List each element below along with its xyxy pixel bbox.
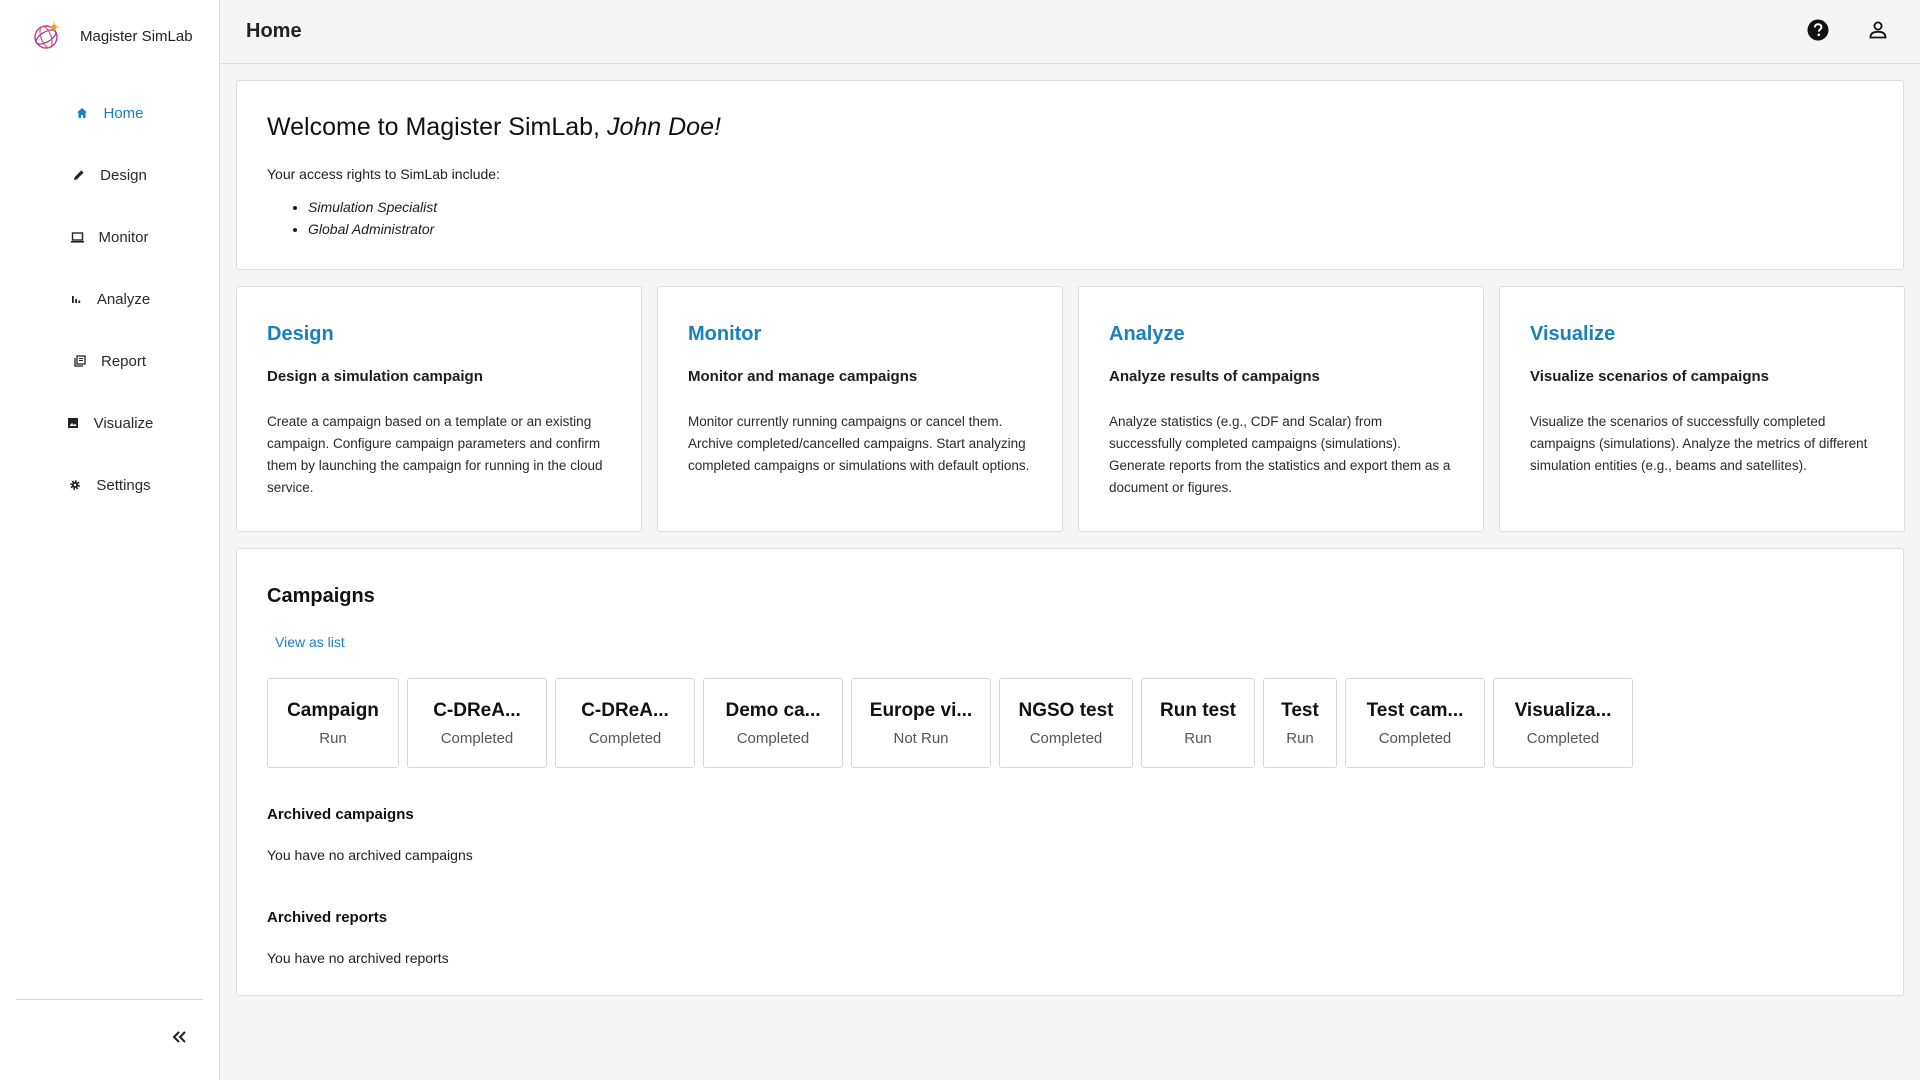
feature-visualize-link[interactable]: Visualize — [1530, 323, 1615, 346]
sidebar-nav: Home Design Monitor Analyze Report Visua… — [0, 82, 219, 516]
sidebar-item-label: Visualize — [93, 414, 154, 432]
monitor-icon — [70, 230, 84, 244]
feature-subtitle: Design a simulation campaign — [267, 368, 483, 385]
user-name: John Doe! — [606, 113, 721, 141]
campaign-tile[interactable]: Test Run — [1263, 678, 1337, 768]
campaign-name: Test — [1281, 699, 1319, 721]
image-icon — [66, 416, 80, 430]
feature-description: Monitor currently running campaigns or c… — [688, 414, 1030, 473]
campaign-status: Completed — [1029, 729, 1103, 747]
account-icon — [1868, 20, 1888, 45]
sidebar-item-label: Monitor — [98, 228, 149, 246]
feature-monitor-link[interactable]: Monitor — [688, 323, 761, 346]
campaign-tiles: Campaign Run C-DReA... Completed C-DReA.… — [267, 678, 1873, 768]
campaign-name: Demo ca... — [725, 699, 821, 721]
sidebar-item-report[interactable]: Report — [0, 330, 219, 392]
campaign-name: Visualiza... — [1514, 699, 1612, 721]
archived-campaigns-title: Archived campaigns — [267, 806, 414, 823]
feature-description: Visualize the scenarios of successfully … — [1530, 414, 1868, 473]
feature-subtitle: Monitor and manage campaigns — [688, 368, 918, 385]
sidebar-item-label: Analyze — [96, 290, 151, 308]
bar-chart-icon — [69, 292, 83, 306]
home-icon — [75, 106, 89, 120]
brand[interactable]: Magister SimLab — [0, 0, 219, 72]
sidebar-item-design[interactable]: Design — [0, 144, 219, 206]
sidebar-item-label: Report — [100, 352, 147, 370]
campaign-tile[interactable]: Demo ca... Completed — [703, 678, 843, 768]
campaign-tile[interactable]: Europe vi... Not Run — [851, 678, 991, 768]
campaign-status: Completed — [736, 729, 810, 747]
page-title: Home — [246, 20, 302, 42]
collapse-sidebar-button[interactable] — [166, 1026, 192, 1052]
campaign-status: Completed — [588, 729, 662, 747]
campaign-status: Run — [319, 729, 347, 747]
campaign-name: Run test — [1160, 699, 1236, 721]
campaign-status: Run — [1286, 729, 1314, 747]
sidebar-divider — [16, 999, 203, 1000]
feature-card-monitor: Monitor Monitor and manage campaigns Mon… — [657, 286, 1063, 532]
sidebar: Magister SimLab Home Design Monitor Anal… — [0, 0, 220, 1080]
feature-card-design: Design Design a simulation campaign Crea… — [236, 286, 642, 532]
help-icon — [1807, 19, 1829, 46]
feature-description: Create a campaign based on a template or… — [267, 414, 603, 495]
campaign-tile[interactable]: C-DReA... Completed — [555, 678, 695, 768]
campaign-status: Completed — [1526, 729, 1600, 747]
help-button[interactable] — [1804, 18, 1832, 46]
top-bar: Home — [220, 0, 1920, 64]
sidebar-item-label: Home — [103, 104, 144, 122]
campaign-name: Campaign — [287, 699, 379, 721]
feature-subtitle: Visualize scenarios of campaigns — [1530, 368, 1769, 385]
report-icon — [73, 354, 87, 368]
pencil-icon — [72, 168, 86, 182]
campaigns-card: Campaigns View as list Campaign Run C-DR… — [236, 548, 1904, 996]
feature-analyze-link[interactable]: Analyze — [1109, 323, 1185, 346]
sidebar-item-home[interactable]: Home — [0, 82, 219, 144]
role-item: Simulation Specialist — [308, 196, 1873, 218]
archived-campaigns-text: You have no archived campaigns — [267, 847, 473, 863]
gear-icon — [68, 478, 82, 492]
role-item: Global Administrator — [308, 218, 1873, 240]
sidebar-item-visualize[interactable]: Visualize — [0, 392, 219, 454]
campaign-status: Run — [1184, 729, 1212, 747]
campaigns-title: Campaigns — [267, 585, 375, 607]
campaign-status: Not Run — [893, 729, 949, 747]
feature-subtitle: Analyze results of campaigns — [1109, 368, 1320, 385]
campaign-tile[interactable]: NGSO test Completed — [999, 678, 1133, 768]
campaign-status: Completed — [440, 729, 514, 747]
welcome-card: Welcome to Magister SimLab, John Doe! Yo… — [236, 80, 1904, 270]
campaign-status: Completed — [1378, 729, 1452, 747]
welcome-title: Welcome to Magister SimLab, — [267, 113, 607, 141]
feature-card-analyze: Analyze Analyze results of campaigns Ana… — [1078, 286, 1484, 532]
sidebar-item-monitor[interactable]: Monitor — [0, 206, 219, 268]
campaign-name: C-DReA... — [433, 699, 521, 721]
feature-card-visualize: Visualize Visualize scenarios of campaig… — [1499, 286, 1905, 532]
roles-list: Simulation Specialist Global Administrat… — [308, 196, 1873, 240]
campaign-tile[interactable]: Visualiza... Completed — [1493, 678, 1633, 768]
sidebar-item-analyze[interactable]: Analyze — [0, 268, 219, 330]
top-bar-actions — [1804, 18, 1892, 46]
sidebar-item-settings[interactable]: Settings — [0, 454, 219, 516]
campaign-name: Europe vi... — [869, 699, 973, 721]
feature-description: Analyze statistics (e.g., CDF and Scalar… — [1109, 414, 1451, 495]
access-rights-text: Your access rights to SimLab include: — [267, 166, 500, 182]
account-button[interactable] — [1864, 18, 1892, 46]
campaign-tile[interactable]: Run test Run — [1141, 678, 1255, 768]
archived-reports-text: You have no archived reports — [267, 950, 449, 966]
view-as-list-link[interactable]: View as list — [275, 634, 345, 650]
campaign-tile[interactable]: C-DReA... Completed — [407, 678, 547, 768]
double-chevron-left-icon — [171, 1030, 187, 1049]
app-name: Magister SimLab — [80, 27, 193, 45]
campaign-tile[interactable]: Test cam... Completed — [1345, 678, 1485, 768]
sidebar-item-label: Settings — [96, 476, 151, 494]
campaign-name: Test cam... — [1366, 699, 1464, 721]
simlab-logo-icon — [30, 20, 62, 52]
archived-reports-title: Archived reports — [267, 909, 388, 926]
campaign-name: C-DReA... — [581, 699, 669, 721]
feature-design-link[interactable]: Design — [267, 323, 334, 346]
welcome-heading: Welcome to Magister SimLab, John Doe! — [267, 113, 1873, 142]
campaign-name: NGSO test — [1018, 699, 1114, 721]
campaign-tile[interactable]: Campaign Run — [267, 678, 399, 768]
sidebar-item-label: Design — [100, 166, 147, 184]
